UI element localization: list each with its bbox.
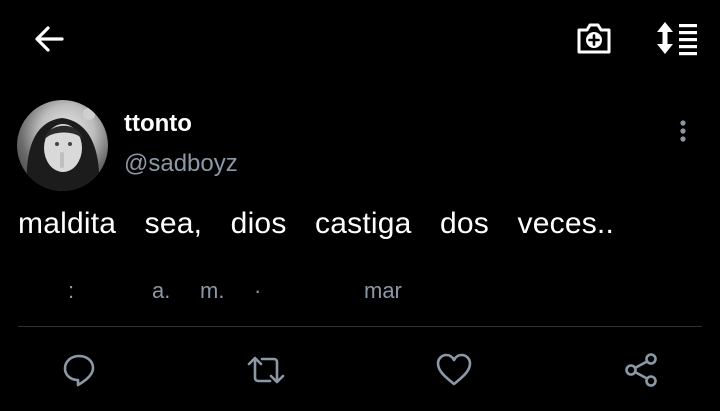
sort-button[interactable] <box>652 16 702 60</box>
retweet-icon <box>247 356 285 384</box>
heart-icon <box>436 353 472 386</box>
share-icon <box>625 353 657 387</box>
sort-list-icon <box>657 22 697 56</box>
like-button[interactable] <box>432 348 476 392</box>
timestamp-dot: · <box>254 278 262 303</box>
timestamp-m: m. <box>200 278 225 303</box>
timestamp-month: mar <box>364 278 402 303</box>
avatar[interactable] <box>17 100 108 191</box>
user-handle[interactable]: @sadboyz <box>124 150 238 178</box>
camera-plus-icon <box>577 23 611 54</box>
back-button[interactable] <box>28 18 70 60</box>
arrow-left-icon <box>35 26 64 52</box>
camera-button[interactable] <box>572 16 616 60</box>
share-button[interactable] <box>619 348 663 392</box>
timestamp-colon: : <box>68 278 75 303</box>
tweet-text: maldita sea, dios castiga dos veces.. <box>18 207 614 240</box>
more-options-button[interactable] <box>670 116 696 148</box>
display-name[interactable]: ttonto <box>124 110 192 138</box>
tweet-actions <box>0 340 720 400</box>
top-bar <box>0 0 720 76</box>
tweet-timestamp: : a. m. · mar <box>0 278 720 308</box>
reply-button[interactable] <box>57 348 101 392</box>
reply-icon <box>63 354 95 387</box>
divider <box>18 326 702 327</box>
timestamp-a: a. <box>152 278 171 303</box>
more-vertical-icon <box>680 120 686 142</box>
retweet-button[interactable] <box>244 348 288 392</box>
